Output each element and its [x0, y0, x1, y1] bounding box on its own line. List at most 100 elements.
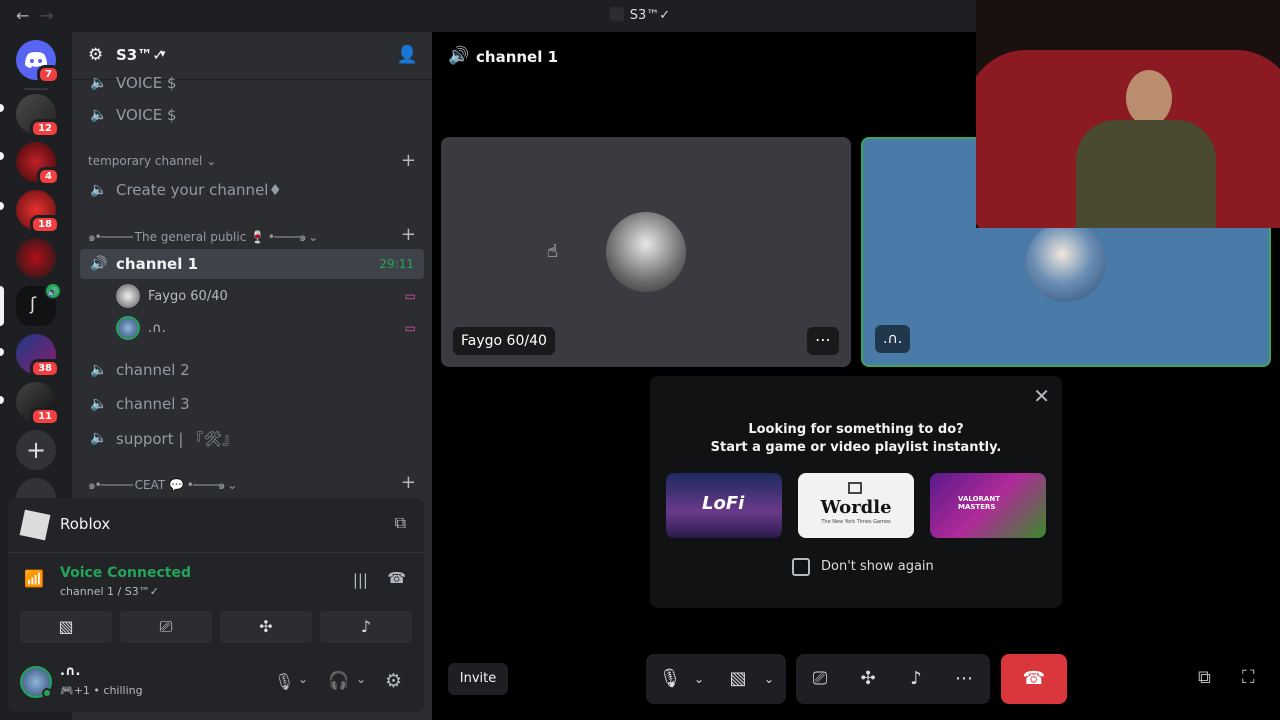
voice-connection-panel: 📶 Voice Connected channel 1 / S3™✓ ||| ☎… [8, 552, 424, 656]
voice-channel-channel1[interactable]: 🔊 channel 1 29:11 [80, 249, 424, 279]
chevron-down-icon: ⌄ [206, 154, 217, 168]
server-icon-3[interactable]: 18 [16, 190, 60, 234]
decor-right: •────๑ [183, 478, 228, 492]
decor-left: ๑•───── [88, 478, 135, 492]
voice-channel-channel2[interactable]: 🔈 channel 2 [88, 355, 424, 385]
dont-show-checkbox[interactable] [792, 558, 810, 576]
activity-card-wordle[interactable]: Wordle The New York Times Games [798, 473, 914, 538]
activity-card-valorant[interactable]: VALORANT MASTERS [930, 473, 1046, 538]
screen-share-icon[interactable]: ⎚ [808, 654, 832, 704]
chevron-down-icon[interactable]: ⌄ [298, 672, 308, 686]
disconnect-phone-icon[interactable]: ☎ [387, 569, 406, 587]
headphones-icon[interactable]: 🎧 [328, 671, 349, 691]
create-channel-plus-icon[interactable]: + [401, 472, 416, 493]
server-icon-s3[interactable]: ʃ 🔊 [16, 282, 62, 326]
more-options-icon[interactable]: ⋯ [952, 654, 976, 704]
activity-panel: Roblox ⧉ [8, 498, 424, 552]
server-icon-socialize[interactable]: 38 [16, 334, 60, 378]
disconnect-call-button[interactable]: ☎ [1001, 654, 1067, 704]
call-timer: 29:11 [379, 257, 414, 271]
signal-strength-icon[interactable]: 📶 [24, 569, 44, 588]
speaker-icon: 🔈 [90, 75, 108, 91]
create-channel-plus-icon[interactable]: + [401, 224, 416, 245]
create-channel-plus-icon[interactable]: + [401, 150, 416, 171]
server-icon-2[interactable]: 4 [16, 142, 60, 186]
fullscreen-icon[interactable]: ⛶ [1242, 667, 1255, 688]
camera-off-icon: ▧ [58, 617, 74, 636]
decor-left: ๑•───── [88, 230, 135, 244]
category-ceat[interactable]: ๑•───── CEAT 💬 •────๑ ⌄ + [88, 472, 424, 495]
activities-icon: ✣ [259, 617, 273, 636]
invite-button[interactable]: Invite [448, 663, 508, 695]
user-settings-gear-icon[interactable]: ⚙ [385, 670, 402, 692]
pop-out-icon[interactable]: ⧉ [1198, 667, 1211, 688]
voice-member[interactable]: .∩. ▭ [116, 314, 416, 342]
activity-card-lofi[interactable]: LoFi [666, 473, 782, 538]
game-controller-icon: 🎮 [60, 684, 74, 697]
mention-badge: 4 [37, 167, 60, 186]
speaker-icon: 🔈 [90, 182, 108, 198]
speaker-icon: 🔈 [90, 396, 108, 412]
create-channel-link[interactable]: 🔈 Create your channel♦ [88, 175, 424, 205]
stream-game-icon[interactable]: ⧉ [395, 513, 406, 533]
speaker-icon: 🔊 [448, 46, 470, 66]
server-icon-4[interactable] [16, 238, 56, 278]
add-server-icon[interactable]: + [16, 430, 56, 470]
voice-member[interactable]: Faygo 60/40 ▭ [116, 282, 416, 310]
category-general-public[interactable]: ๑•───── The general public 🍷 •────๑ ⌄ + [88, 224, 424, 247]
participant-tile-faygo[interactable]: ☝ Faygo 60/40 ⋯ [441, 137, 851, 367]
call-actions: ⎚ ✣ ♪ ⋯ [796, 654, 990, 704]
channel-title: channel 1 [476, 48, 559, 66]
guild-settings-gear-icon: ⚙ [88, 45, 104, 65]
mention-badge: 7 [37, 65, 60, 84]
camera-off-button[interactable]: ▧ [20, 611, 112, 643]
home-button[interactable]: 7 [16, 40, 60, 84]
more-options-icon[interactable]: ⋯ [807, 327, 839, 355]
microphone-icon[interactable]: 🎙 [274, 672, 294, 691]
mention-badge: 12 [30, 119, 60, 138]
server-icon [609, 7, 624, 21]
soundboard-icon[interactable]: ♪ [904, 654, 928, 704]
decor-right: •────๑ [265, 230, 309, 244]
selected-pill [0, 286, 4, 326]
voice-status[interactable]: Voice Connected [60, 565, 191, 581]
screen-share-icon: ⎚ [159, 617, 173, 636]
rail-divider [24, 88, 48, 90]
dont-show-label[interactable]: Don't show again [821, 559, 934, 574]
camera-off-icon[interactable]: ▧ [726, 654, 750, 704]
chevron-down-icon[interactable]: ⌄ [760, 654, 778, 704]
unread-pill [0, 202, 4, 210]
activities-icon[interactable]: ✣ [856, 654, 880, 704]
webcam-person-body [1076, 120, 1216, 228]
webcam-person-head [1126, 70, 1172, 126]
chevron-down-icon[interactable]: ⌄ [690, 654, 708, 704]
screen-share-button[interactable]: ⎚ [120, 611, 212, 643]
media-controls: 🎙 ⌄ ▧ ⌄ [646, 654, 786, 704]
participant-name-label: .∩. [875, 325, 911, 353]
participant-avatar [606, 212, 686, 292]
speaker-icon: 🔊 [90, 256, 108, 272]
microphone-icon[interactable]: 🎙 [658, 654, 682, 704]
voice-channel-2[interactable]: 🔈 VOICE $ [88, 100, 424, 130]
avatar [116, 284, 140, 308]
close-icon[interactable]: ✕ [1033, 384, 1050, 408]
hang-up-phone-icon: ☎ [1022, 668, 1046, 689]
activities-button[interactable]: ✣ [220, 611, 312, 643]
chevron-down-icon[interactable]: ⌄ [356, 672, 366, 686]
voice-location[interactable]: channel 1 / S3™✓ [60, 585, 159, 598]
voice-channel-channel3[interactable]: 🔈 channel 3 [88, 389, 424, 419]
noise-suppression-icon[interactable]: ||| [353, 571, 368, 589]
category-temporary[interactable]: temporary channel ⌄ + [88, 150, 424, 171]
server-icon-5[interactable]: 11 [16, 382, 60, 426]
mention-badge: 18 [30, 215, 60, 234]
speaker-icon: 🔈 [90, 430, 108, 446]
mouse-cursor-icon: ☝ [547, 241, 558, 262]
invite-people-icon[interactable]: 👤 [397, 45, 418, 65]
activity-icon: ▭ [404, 289, 416, 303]
online-status-dot [42, 688, 52, 698]
unread-pill [0, 152, 4, 160]
voice-channel-1[interactable]: 🔈 VOICE $ [88, 68, 424, 98]
soundboard-button[interactable]: ♪ [320, 611, 412, 643]
server-icon-1[interactable]: 12 [16, 94, 60, 138]
voice-channel-support[interactable]: 🔈 support | 『🛠』 [88, 423, 424, 453]
